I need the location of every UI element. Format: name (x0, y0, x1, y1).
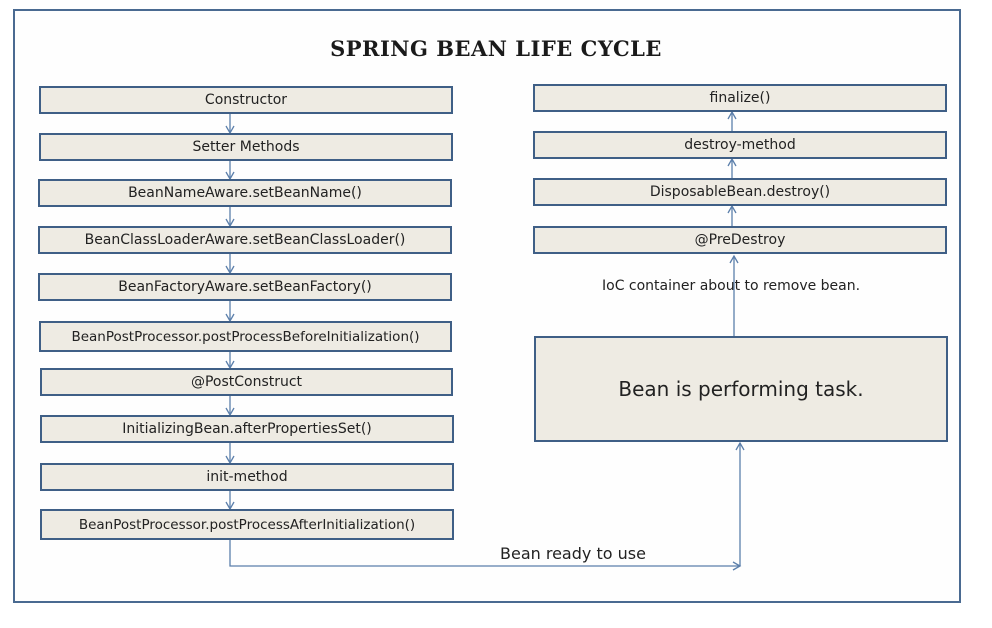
init-step-label: BeanFactoryAware.setBeanFactory() (118, 279, 372, 295)
init-step-box: BeanClassLoaderAware.setBeanClassLoader(… (38, 226, 452, 254)
init-step-label: BeanNameAware.setBeanName() (128, 185, 362, 201)
destroy-step-box: finalize() (533, 84, 947, 112)
destroy-step-box: DisposableBean.destroy() (533, 178, 947, 206)
init-step-label: init-method (206, 469, 288, 485)
init-step-box: @PostConstruct (40, 368, 453, 396)
init-step-box: Setter Methods (39, 133, 453, 161)
destroy-step-box: destroy-method (533, 131, 947, 159)
init-step-box: init-method (40, 463, 454, 491)
init-step-label: Constructor (204, 92, 288, 108)
task-box-label: Bean is performing task. (618, 377, 864, 401)
init-step-box: Constructor (39, 86, 453, 114)
task-box: Bean is performing task. (534, 336, 948, 442)
init-step-label: BeanPostProcessor.postProcessAfterInitia… (78, 516, 416, 533)
destroy-step-label: DisposableBean.destroy() (649, 184, 831, 200)
init-step-label: @PostConstruct (190, 374, 303, 390)
destroy-step-box: @PreDestroy (533, 226, 947, 254)
init-step-label: InitializingBean.afterPropertiesSet() (122, 421, 372, 437)
destroy-step-label: @PreDestroy (694, 232, 786, 248)
ready-label: Bean ready to use (500, 544, 646, 563)
init-step-box: BeanPostProcessor.postProcessAfterInitia… (40, 509, 454, 540)
ready-connector (229, 537, 742, 571)
remove-label: IoC container about to remove bean. (602, 278, 861, 294)
init-step-box: InitializingBean.afterPropertiesSet() (40, 415, 454, 443)
init-step-box: BeanNameAware.setBeanName() (38, 179, 452, 207)
init-step-label: BeanClassLoaderAware.setBeanClassLoader(… (84, 232, 406, 248)
init-step-label: Setter Methods (192, 139, 300, 155)
destroy-step-label: finalize() (709, 90, 771, 106)
init-step-box: BeanFactoryAware.setBeanFactory() (38, 273, 452, 301)
init-step-label: BeanPostProcessor.postProcessBeforeIniti… (71, 328, 420, 345)
destroy-step-label: destroy-method (684, 137, 796, 153)
init-step-box: BeanPostProcessor.postProcessBeforeIniti… (39, 321, 452, 352)
